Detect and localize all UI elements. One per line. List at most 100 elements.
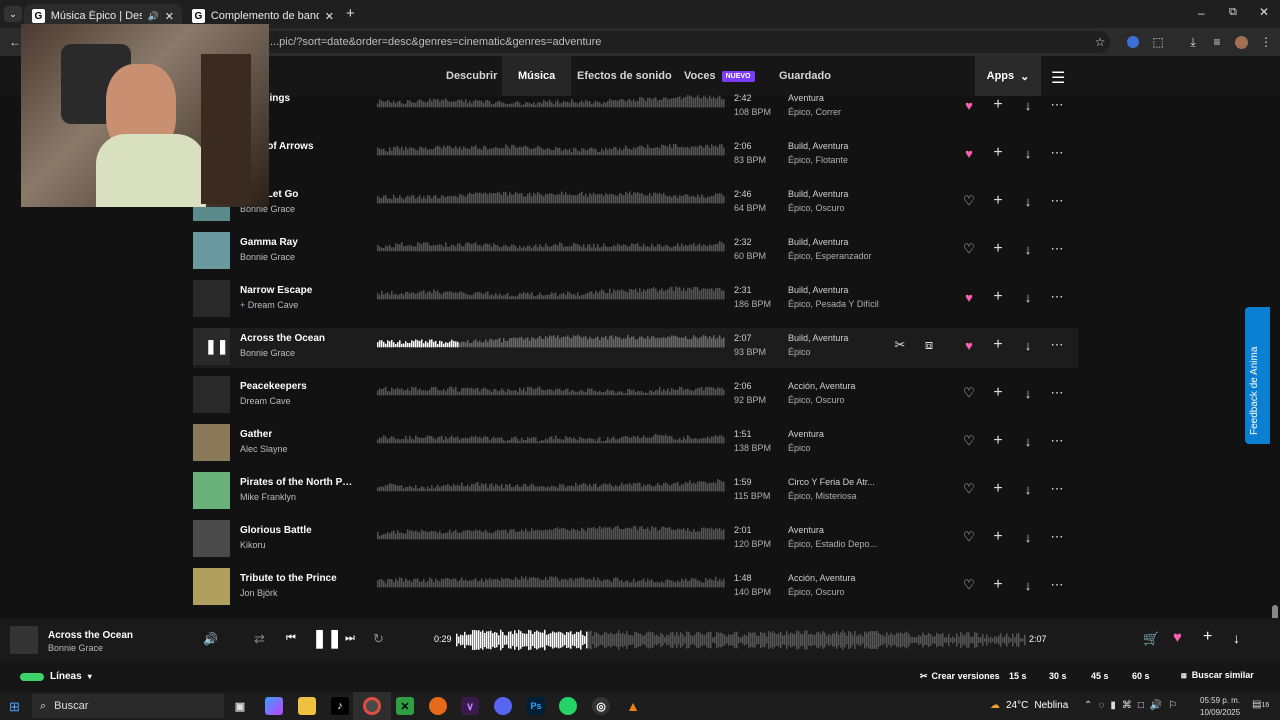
track-artist[interactable]: Jon Björk	[240, 588, 278, 598]
track-genres[interactable]: Build, Aventura	[788, 285, 848, 295]
download-icon[interactable]: ↓	[1019, 336, 1037, 354]
track-artist[interactable]: + Dream Cave	[240, 300, 298, 310]
heart-icon[interactable]: ♡	[960, 192, 978, 210]
notification-icon[interactable]: ▤16	[1252, 699, 1269, 710]
track-moods[interactable]: Épico, Flotante	[788, 155, 848, 165]
track-waveform[interactable]	[377, 570, 725, 604]
track-genres[interactable]: Build, Aventura	[788, 189, 848, 199]
track-title[interactable]: Tribute to the Prince	[240, 573, 355, 584]
track-title[interactable]: Gather	[240, 429, 355, 440]
create-versions-button[interactable]: ✂ Crear versiones	[920, 671, 1000, 682]
obs-icon[interactable]: ◎	[592, 697, 610, 715]
add-icon[interactable]: +	[989, 96, 1007, 114]
tab-list-button[interactable]: ⌄	[4, 6, 22, 22]
download-icon[interactable]: ↓	[1019, 144, 1037, 162]
add-icon[interactable]: +	[989, 576, 1007, 594]
download-icon[interactable]: ⤓	[1184, 33, 1202, 51]
track-waveform[interactable]	[377, 90, 725, 124]
track-artist[interactable]: Dream Cave	[240, 396, 291, 406]
track-title[interactable]: Pirates of the North Pol...	[240, 477, 355, 488]
track-thumbnail[interactable]	[193, 472, 230, 509]
track-row[interactable]: ound of Arrows Grace 2:06 83 BPM Build, …	[193, 136, 1078, 176]
track-row[interactable]: Tribute to the Prince Jon Björk 1:48 140…	[193, 568, 1078, 608]
heart-icon[interactable]: ♡	[960, 432, 978, 450]
new-tab-icon[interactable]: +	[346, 5, 355, 22]
add-icon[interactable]: +	[989, 480, 1007, 498]
track-moods[interactable]: Épico, Oscuro	[788, 395, 845, 405]
add-icon[interactable]: +	[989, 144, 1007, 162]
more-icon[interactable]: ⋯	[1048, 192, 1066, 210]
track-genres[interactable]: Acción, Aventura	[788, 381, 855, 391]
track-artist[interactable]: Bonnie Grace	[240, 252, 295, 262]
clock-date[interactable]: 10/09/2025	[1200, 708, 1240, 717]
clock-time[interactable]: 05:59 p. m.	[1200, 696, 1240, 705]
download-icon[interactable]: ↓	[1019, 96, 1037, 114]
track-title[interactable]: Gamma Ray	[240, 237, 355, 248]
track-thumbnail[interactable]	[193, 232, 230, 269]
puzzle-icon[interactable]: ⬚	[1149, 33, 1167, 51]
track-moods[interactable]: Épico, Misteriosa	[788, 491, 857, 501]
heart-icon[interactable]: ♡	[960, 384, 978, 402]
media-app-icon[interactable]: ∨	[461, 697, 479, 715]
heart-icon[interactable]: ♡	[960, 528, 978, 546]
track-title[interactable]: Glorious Battle	[240, 525, 355, 536]
add-icon[interactable]: +	[989, 528, 1007, 546]
more-icon[interactable]: ⋯	[1048, 528, 1066, 546]
more-icon[interactable]: ⋯	[1048, 144, 1066, 162]
track-thumbnail[interactable]	[193, 568, 230, 605]
download-icon[interactable]: ↓	[1019, 384, 1037, 402]
more-icon[interactable]: ⋯	[1048, 96, 1066, 114]
weather-widget[interactable]: ☁ 24°C Neblina	[990, 700, 1068, 711]
track-row[interactable]: ne to Let Go Bonnie Grace 2:46 64 BPM Bu…	[193, 184, 1078, 224]
heart-icon[interactable]: ♡	[960, 240, 978, 258]
track-title[interactable]: Across the Ocean	[240, 333, 355, 344]
file-explorer-icon[interactable]	[298, 697, 316, 715]
windows-start-icon[interactable]: ⊞	[9, 699, 20, 715]
next-icon[interactable]: ⏭	[345, 632, 355, 645]
duration-30s-button[interactable]: 30 s	[1049, 671, 1067, 681]
track-row[interactable]: ❚❚ Across the Ocean Bonnie Grace 2:07 93…	[193, 328, 1078, 368]
track-waveform[interactable]	[377, 138, 725, 172]
track-row[interactable]: Pirates of the North Pol... Mike Frankly…	[193, 472, 1078, 512]
add-icon[interactable]: +	[989, 336, 1007, 354]
browser-menu-icon[interactable]: ⋮	[1257, 33, 1275, 51]
similar-icon[interactable]: ⧈	[920, 336, 938, 354]
system-tray[interactable]: ⌃◌▮⌘□🔊⚐	[1084, 700, 1183, 711]
track-thumbnail[interactable]	[193, 424, 230, 461]
vlc-icon[interactable]: ▲	[624, 697, 642, 715]
download-icon[interactable]: ↓	[1019, 288, 1037, 306]
track-waveform[interactable]	[377, 234, 725, 268]
track-genres[interactable]: Build, Aventura	[788, 141, 848, 151]
more-icon[interactable]: ⋯	[1048, 240, 1066, 258]
track-row[interactable]: Gamma Ray Bonnie Grace 2:32 60 BPM Build…	[193, 232, 1078, 272]
track-row[interactable]: Bird Sings 2:42 108 BPM Aventura Épico, …	[193, 88, 1078, 128]
track-thumbnail[interactable]	[193, 520, 230, 557]
track-artist[interactable]: Kikoru	[240, 540, 266, 550]
pause-icon[interactable]: ❚❚	[205, 338, 228, 355]
player-track-artist[interactable]: Bonnie Grace	[48, 643, 103, 653]
tiktok-icon[interactable]: ♪	[331, 697, 349, 715]
heart-icon[interactable]: ♥	[960, 336, 978, 354]
scissors-icon[interactable]: ✂	[891, 336, 909, 354]
track-genres[interactable]: Aventura	[788, 93, 824, 103]
feedback-tab[interactable]: Feedback de Anima	[1245, 307, 1270, 444]
heart-icon[interactable]: ♡	[960, 480, 978, 498]
download-icon[interactable]: ↓	[1019, 432, 1037, 450]
repeat-icon[interactable]: ↻	[373, 631, 384, 647]
cart-icon[interactable]: 🛒	[1143, 631, 1159, 647]
track-waveform[interactable]	[377, 282, 725, 316]
download-icon[interactable]: ↓	[1019, 576, 1037, 594]
heart-icon[interactable]: ♥	[960, 144, 978, 162]
profile-avatar[interactable]	[1232, 33, 1250, 51]
shuffle-icon[interactable]: ⇄	[254, 631, 265, 647]
track-row[interactable]: Peacekeepers Dream Cave 2:06 92 BPM Acci…	[193, 376, 1078, 416]
duration-15s-button[interactable]: 15 s	[1009, 671, 1027, 681]
player-download-icon[interactable]: ↓	[1233, 630, 1240, 646]
lines-dropdown[interactable]: Líneas ▾	[20, 671, 92, 682]
extension-icon[interactable]	[1124, 33, 1142, 51]
track-waveform[interactable]	[377, 186, 725, 220]
more-icon[interactable]: ⋯	[1048, 432, 1066, 450]
more-icon[interactable]: ⋯	[1048, 480, 1066, 498]
playlist-icon[interactable]: ≡	[1208, 33, 1226, 51]
discord-icon[interactable]	[494, 697, 512, 715]
